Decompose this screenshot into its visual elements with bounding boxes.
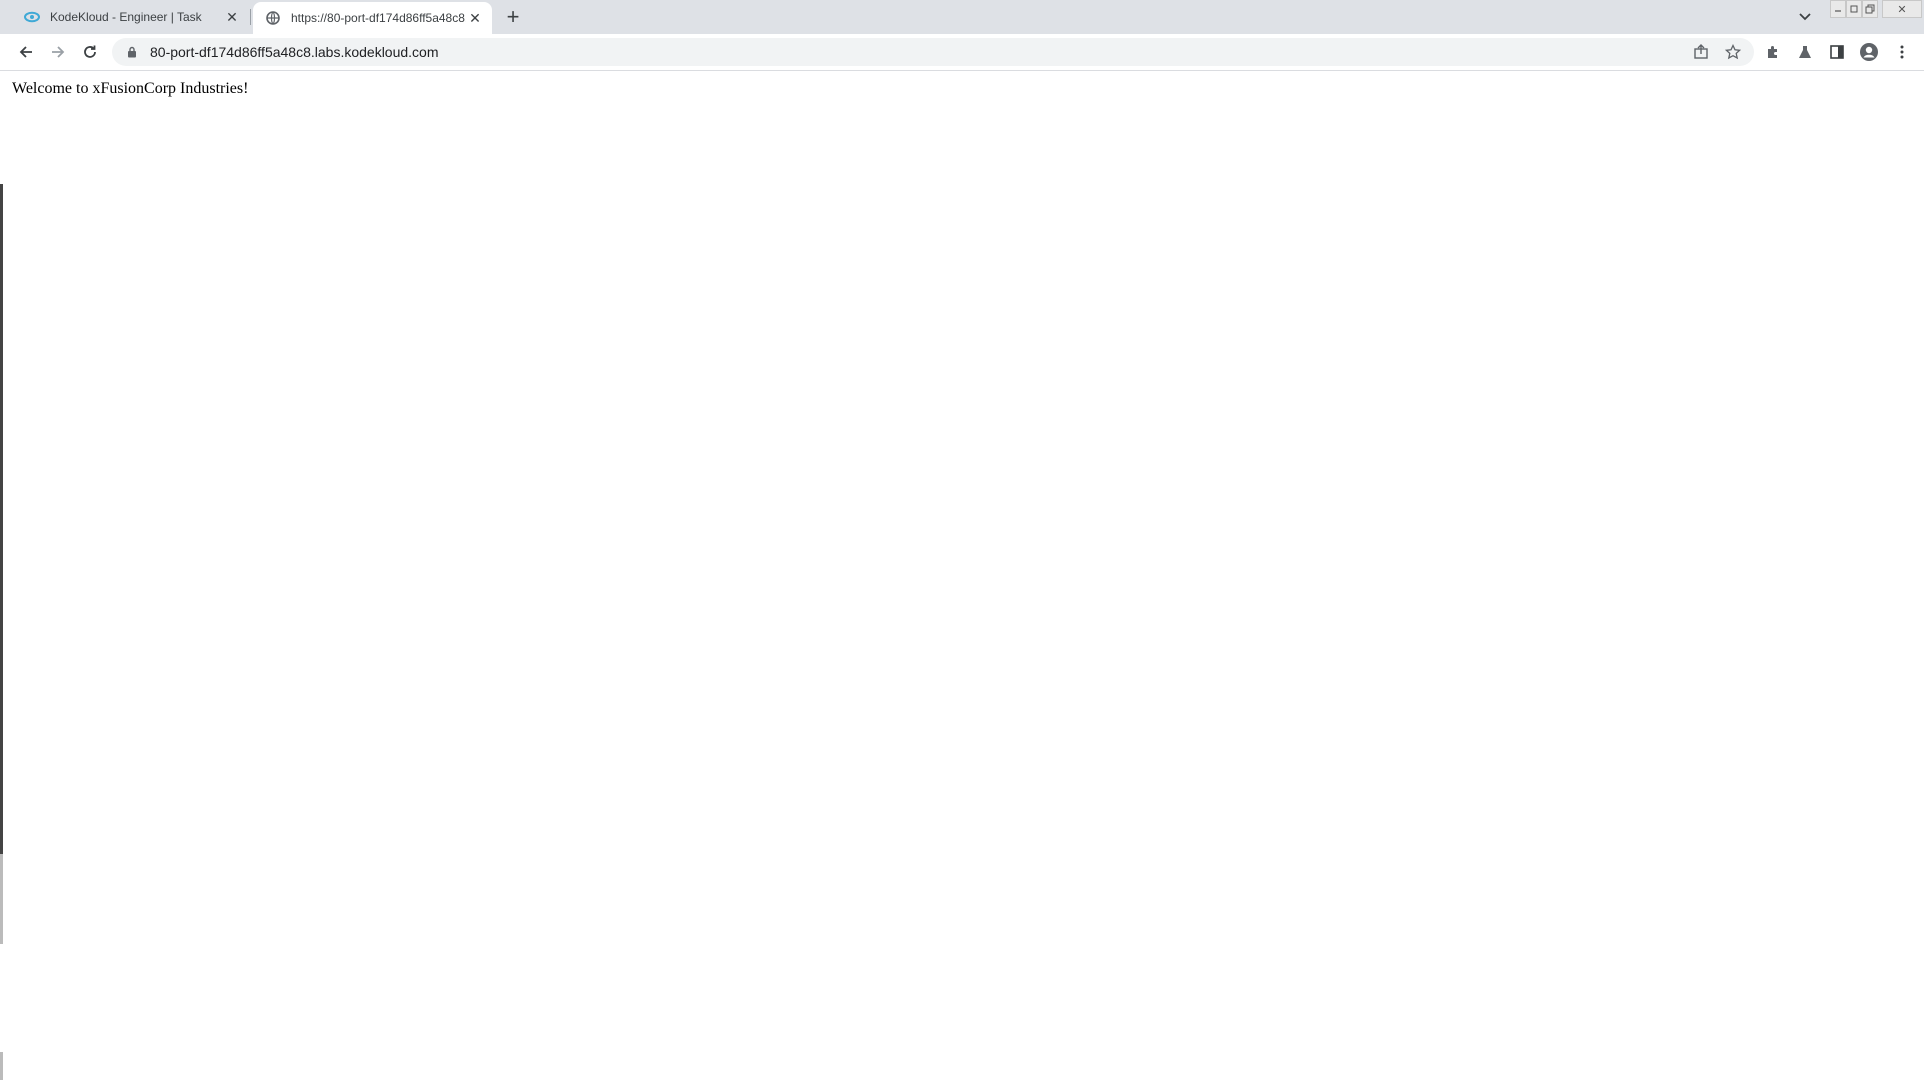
extensions-puzzle-icon[interactable]: [1759, 38, 1787, 66]
chevron-down-icon[interactable]: [1792, 5, 1818, 29]
minimize-window-icon[interactable]: [1830, 0, 1846, 18]
tab-title: KodeKloud - Engineer | Task: [50, 10, 202, 24]
tab-title: https://80-port-df174d86ff5a48c8.la: [291, 11, 466, 25]
bookmark-star-icon[interactable]: [1720, 38, 1746, 66]
tab-kodekloud-task[interactable]: KodeKloud - Engineer | Task ✕: [12, 0, 249, 34]
globe-icon: [265, 10, 281, 26]
close-window-icon[interactable]: ✕: [1882, 0, 1922, 18]
close-tab-icon[interactable]: ✕: [466, 9, 484, 27]
window-edge: [0, 1052, 3, 1080]
window-edge: [0, 854, 3, 944]
share-icon[interactable]: [1688, 38, 1714, 66]
plus-icon[interactable]: +: [500, 4, 526, 30]
window-edge: [0, 184, 3, 854]
lock-icon[interactable]: [124, 44, 140, 60]
back-arrow-icon[interactable]: [12, 38, 40, 66]
close-tab-icon[interactable]: ✕: [223, 8, 241, 26]
page-viewport: [0, 71, 1924, 1080]
profile-avatar-icon[interactable]: [1855, 38, 1883, 66]
tab-active-page[interactable]: https://80-port-df174d86ff5a48c8.la ✕: [253, 2, 492, 34]
forward-arrow-icon[interactable]: [44, 38, 72, 66]
restore-window-icon[interactable]: [1862, 0, 1878, 18]
side-panel-icon[interactable]: [1823, 38, 1851, 66]
kodekloud-icon: [24, 9, 40, 25]
reload-icon[interactable]: [76, 38, 104, 66]
more-menu-icon[interactable]: [1888, 38, 1916, 66]
window-pin-icon[interactable]: [1846, 0, 1862, 18]
tab-strip: KodeKloud - Engineer | Task ✕ https://80…: [0, 0, 1924, 34]
address-bar[interactable]: 80-port-df174d86ff5a48c8.labs.kodekloud.…: [112, 38, 1754, 66]
welcome-message: Welcome to xFusionCorp Industries!: [12, 80, 249, 97]
browser-toolbar: 80-port-df174d86ff5a48c8.labs.kodekloud.…: [0, 34, 1924, 71]
tab-separator: [250, 9, 251, 25]
url-text[interactable]: 80-port-df174d86ff5a48c8.labs.kodekloud.…: [150, 44, 439, 60]
labs-flask-icon[interactable]: [1791, 38, 1819, 66]
